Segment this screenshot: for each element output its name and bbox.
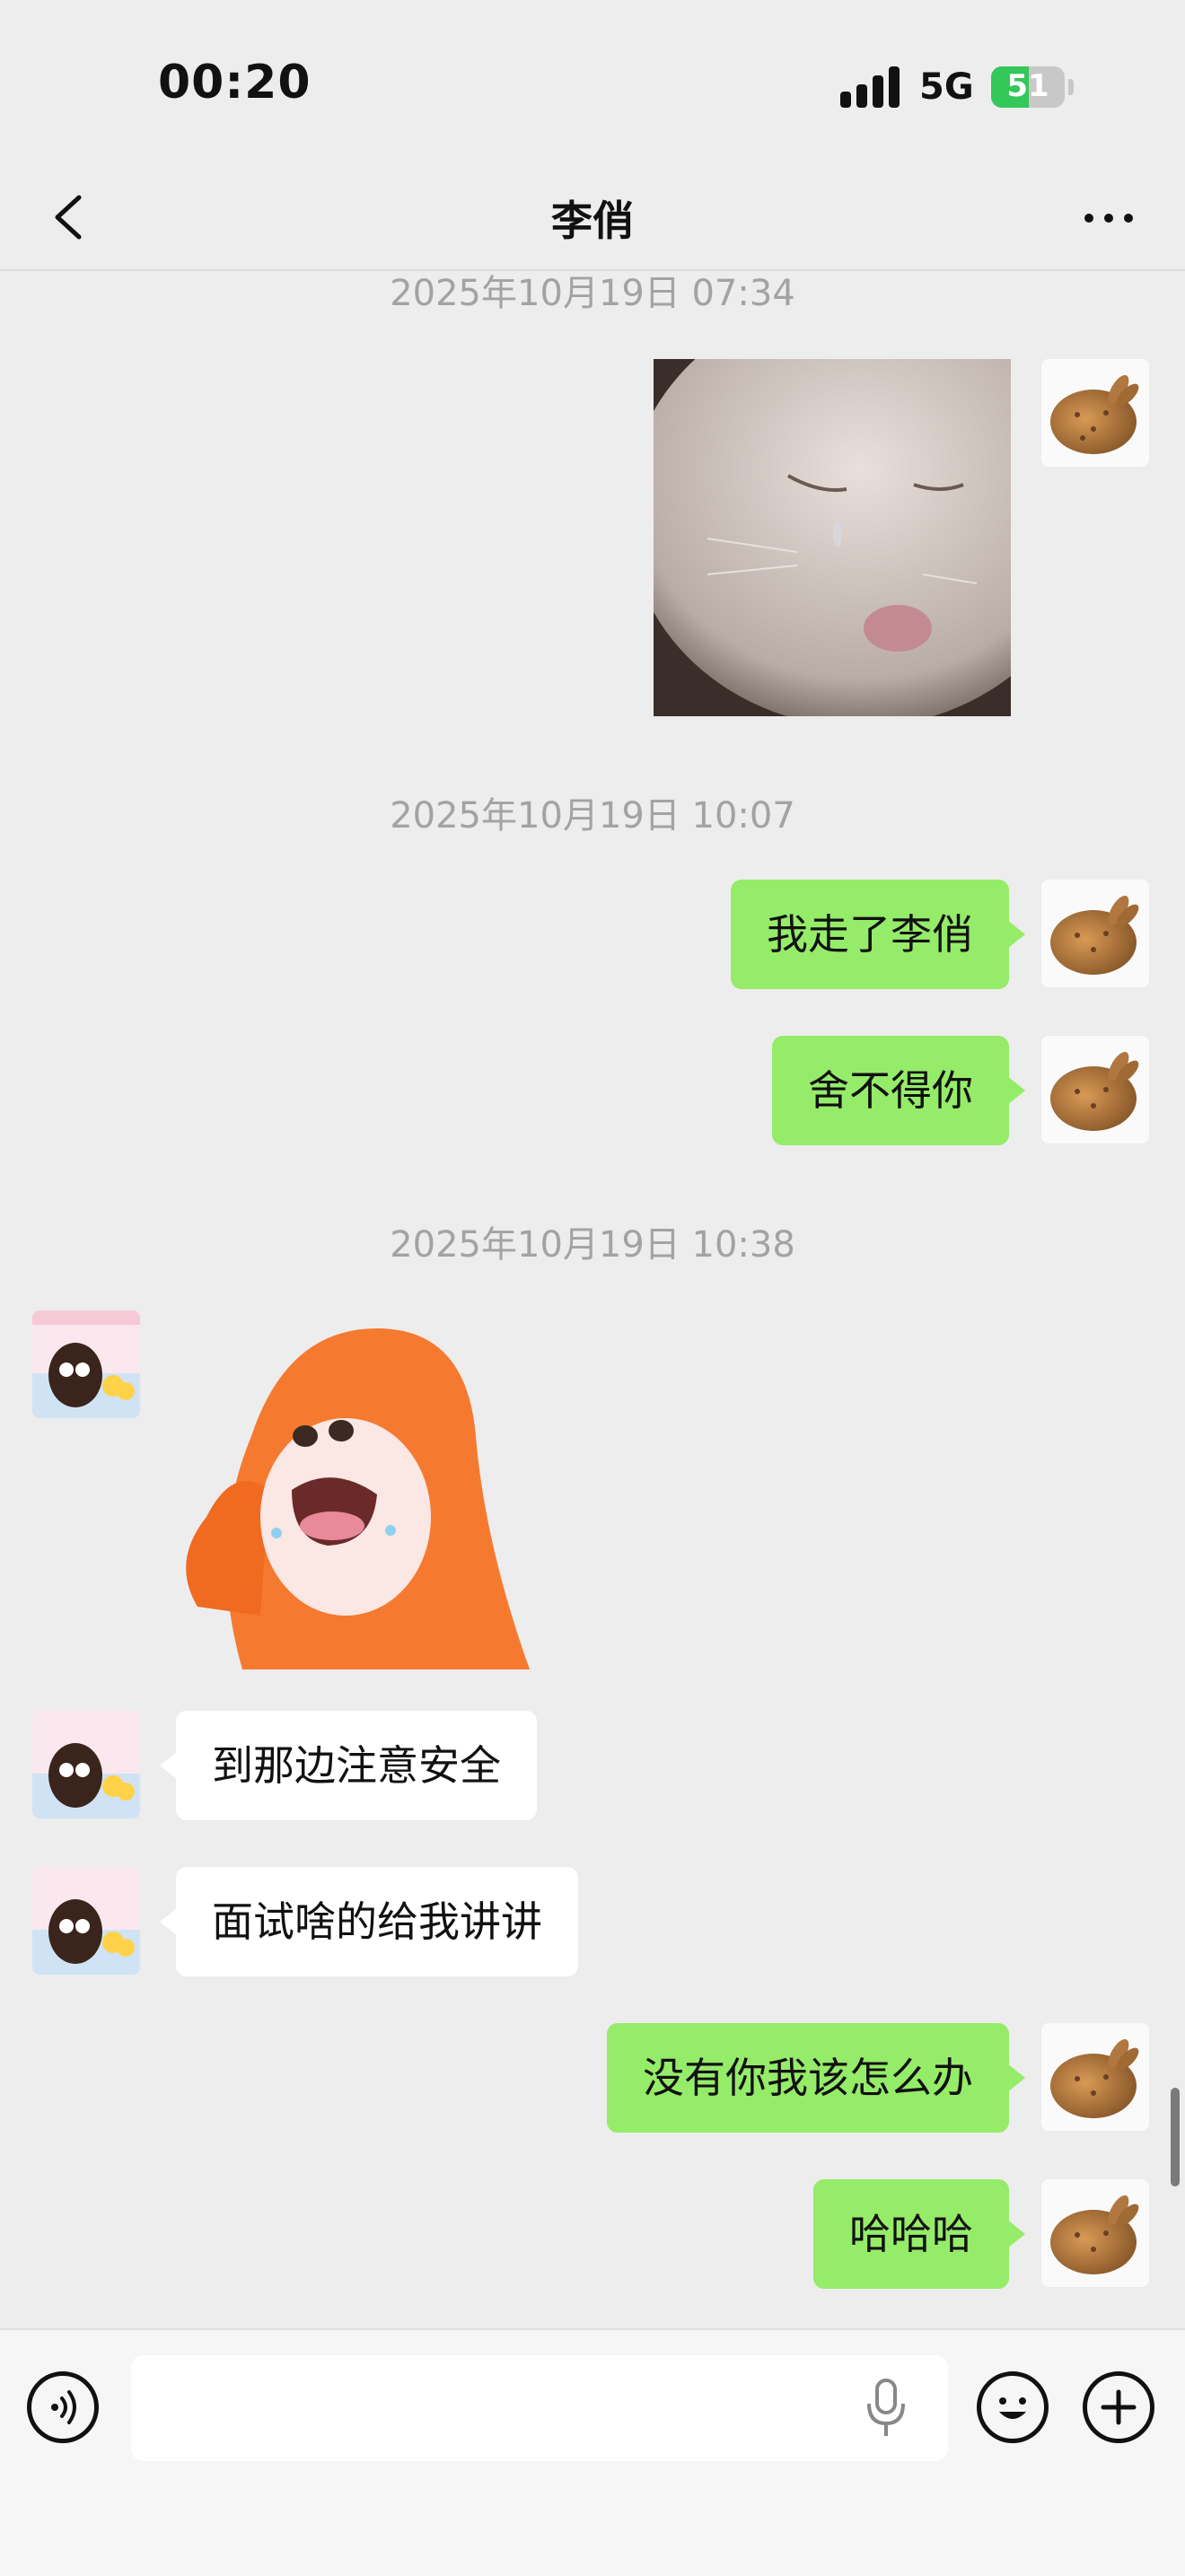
my-avatar[interactable]	[1041, 2179, 1149, 2287]
network-type: 5G	[919, 66, 974, 108]
status-time: 00:20	[158, 56, 312, 110]
status-bar: 00:20 5G 51	[0, 0, 1185, 171]
message-bubble-sent[interactable]: 没有你我该怎么办	[607, 2023, 1025, 2133]
emoji-icon	[999, 2397, 1026, 2419]
bread-bunny-avatar-icon	[1041, 880, 1149, 987]
my-avatar[interactable]	[1041, 359, 1149, 467]
microphone-icon	[867, 2379, 905, 2436]
message-bubble-sent[interactable]: 舍不得你	[772, 1036, 1025, 1145]
message-timestamp: 2025年10月19日 10:07	[390, 795, 795, 837]
message-bubble-received[interactable]: 面试啥的给我讲讲	[160, 1867, 578, 1976]
my-avatar[interactable]	[1041, 2023, 1149, 2131]
more-options-button[interactable]	[1074, 190, 1146, 244]
input-bar	[0, 2328, 1185, 2576]
message-bubble-sent[interactable]: 哈哈哈	[813, 2179, 1025, 2289]
orange-monkey-sticker	[186, 1328, 530, 1669]
bread-bunny-avatar-icon	[1041, 359, 1149, 467]
more-functions-button[interactable]	[1083, 2371, 1154, 2443]
message-timestamp: 2025年10月19日 10:38	[390, 1224, 795, 1266]
contact-avatar[interactable]	[32, 1711, 140, 1818]
bread-bunny-avatar-icon	[1041, 2023, 1149, 2131]
image-message[interactable]	[654, 359, 1011, 716]
cartoon-cat-avatar-icon	[32, 1711, 140, 1818]
bread-bunny-avatar-icon	[1041, 2179, 1149, 2287]
cartoon-cat-avatar-icon	[32, 1310, 140, 1418]
battery-tip	[1068, 79, 1074, 95]
cellular-signal-icon	[840, 66, 900, 108]
microphone-button[interactable]	[864, 2377, 908, 2440]
emoji-button[interactable]	[977, 2371, 1049, 2443]
chat-title: 李俏	[551, 197, 634, 245]
battery-percent: 51	[1006, 68, 1049, 104]
battery-icon: 51	[991, 66, 1065, 108]
message-timestamp: 2025年10月19日 07:34	[390, 273, 795, 314]
voice-icon	[51, 2390, 76, 2424]
my-avatar[interactable]	[1041, 880, 1149, 987]
cartoon-cat-avatar-icon	[32, 1867, 140, 1975]
my-avatar[interactable]	[1041, 1036, 1149, 1143]
contact-avatar[interactable]	[32, 1310, 140, 1418]
sticker-message[interactable]	[171, 1310, 539, 1669]
crying-cat-image	[654, 359, 1011, 716]
voice-input-button[interactable]	[27, 2371, 99, 2443]
scrollbar[interactable]	[1171, 2088, 1180, 2186]
plus-icon	[1101, 2389, 1137, 2425]
chat-header: 李俏	[0, 171, 1185, 271]
message-input[interactable]	[131, 2355, 948, 2461]
message-bubble-sent[interactable]: 我走了李俏	[731, 880, 1025, 989]
more-dots-icon	[1084, 214, 1093, 223]
message-bubble-received[interactable]: 到那边注意安全	[160, 1711, 537, 1820]
bread-bunny-avatar-icon	[1041, 1036, 1149, 1143]
contact-avatar[interactable]	[32, 1867, 140, 1975]
